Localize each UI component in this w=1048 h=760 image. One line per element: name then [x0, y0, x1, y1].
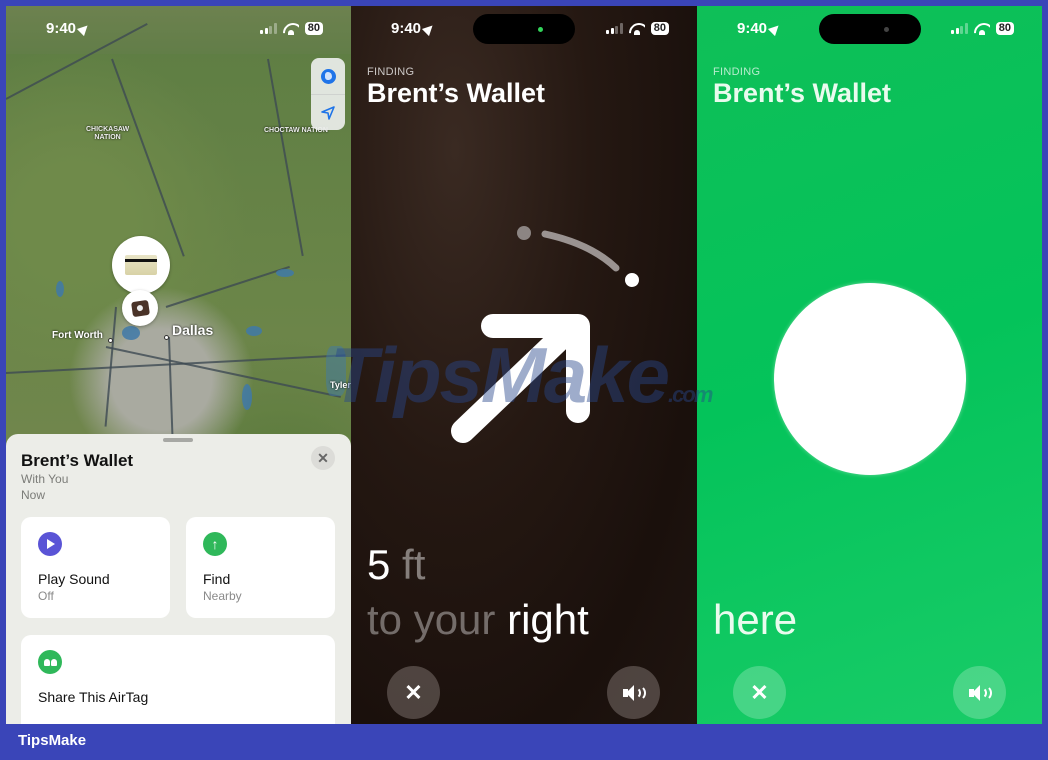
play-sound-button[interactable] — [953, 666, 1006, 719]
globe-icon — [320, 68, 336, 84]
people-icon — [38, 650, 62, 674]
signal-icon — [260, 23, 277, 34]
locate-me-button[interactable] — [311, 94, 345, 130]
location-arrow-icon — [76, 21, 92, 37]
map-mode-button[interactable] — [311, 58, 345, 94]
map-lake — [122, 326, 140, 340]
sheet-grabber[interactable] — [163, 438, 193, 442]
find-sublabel: Nearby — [203, 589, 242, 603]
status-bar: 9:40 80 — [6, 20, 351, 40]
status-bar: 9:40 80 — [697, 20, 1042, 40]
map-lake — [242, 384, 252, 410]
map-road — [105, 346, 341, 398]
play-sound-button[interactable]: Play Sound Off — [21, 517, 170, 618]
map-label-tyler: Tyler — [330, 380, 351, 390]
direction-arc — [541, 230, 620, 272]
arc-end-dot — [625, 273, 639, 287]
city-dot — [108, 338, 113, 343]
direction-arrow-icon — [451, 314, 590, 443]
map-label-chickasaw: CHICKASAW NATION — [86, 126, 130, 141]
wifi-icon — [283, 23, 299, 35]
map-lake — [276, 269, 294, 277]
map-lake — [56, 281, 64, 297]
map-road — [168, 336, 174, 437]
speaker-icon — [622, 684, 646, 701]
location-arrow-icon — [767, 21, 783, 37]
close-icon: ✕ — [750, 679, 769, 705]
finding-label: FINDING — [713, 66, 761, 78]
close-button[interactable]: ✕ — [311, 446, 335, 470]
map-road — [165, 265, 290, 308]
map-label-dallas: Dallas — [172, 322, 214, 338]
airtag-pin[interactable] — [122, 290, 158, 326]
speaker-icon — [968, 684, 992, 701]
map-controls — [311, 58, 345, 130]
find-label: Find — [203, 571, 231, 587]
signal-icon — [951, 23, 968, 34]
direction-text: to your right — [367, 596, 589, 643]
city-dot — [164, 335, 169, 340]
play-sound-label: Play Sound — [38, 571, 110, 587]
play-sound-button[interactable] — [607, 666, 660, 719]
proximity-indicator — [774, 283, 966, 475]
wallet-icon — [130, 299, 150, 317]
close-icon: ✕ — [404, 679, 423, 705]
play-sound-status: Off — [38, 589, 54, 603]
finding-screen: 9:40 80 FINDING Brent’s Wallet 5 ft to y… — [351, 6, 697, 724]
battery-icon: 80 — [995, 22, 1014, 35]
status-time: 9:40 — [737, 20, 783, 37]
footer-brand: TipsMake — [18, 732, 87, 749]
item-time: Now — [21, 488, 46, 502]
play-icon — [38, 532, 62, 556]
arc-start-dot — [517, 226, 531, 240]
item-subtitle: With You — [21, 472, 69, 486]
map-screen: CHICKASAW NATION CHOCTAW NATION Fort Wor… — [6, 6, 351, 724]
wallet-card-pin[interactable] — [112, 236, 170, 294]
item-title: Brent’s Wallet — [21, 451, 134, 470]
map-road — [267, 58, 304, 257]
close-button[interactable]: ✕ — [733, 666, 786, 719]
location-arrow-icon — [321, 105, 335, 120]
arrow-up-icon: ↑ — [203, 532, 227, 556]
item-detail-sheet: Brent’s Wallet With You Now ✕ Play Sound… — [6, 434, 351, 724]
map-label-fort-worth: Fort Worth — [52, 330, 103, 341]
distance-readout: 5 ft — [367, 541, 426, 588]
card-icon — [125, 255, 157, 275]
battery-icon: 80 — [304, 22, 323, 35]
map-lake — [246, 326, 262, 336]
wifi-icon — [974, 23, 990, 35]
close-icon: ✕ — [317, 449, 329, 466]
status-time: 9:40 — [46, 20, 92, 37]
find-nearby-button[interactable]: ↑ Find Nearby — [186, 517, 335, 618]
found-screen: 9:40 80 FINDING Brent’s Wallet here ✕ — [697, 6, 1042, 724]
map-road — [111, 58, 185, 257]
close-button[interactable]: ✕ — [387, 666, 440, 719]
share-airtag-label: Share This AirTag — [38, 689, 149, 705]
map-road — [6, 354, 346, 374]
share-airtag-button[interactable]: Share This AirTag — [21, 635, 335, 724]
found-status-text: here — [713, 596, 798, 643]
item-title: Brent’s Wallet — [713, 78, 892, 108]
